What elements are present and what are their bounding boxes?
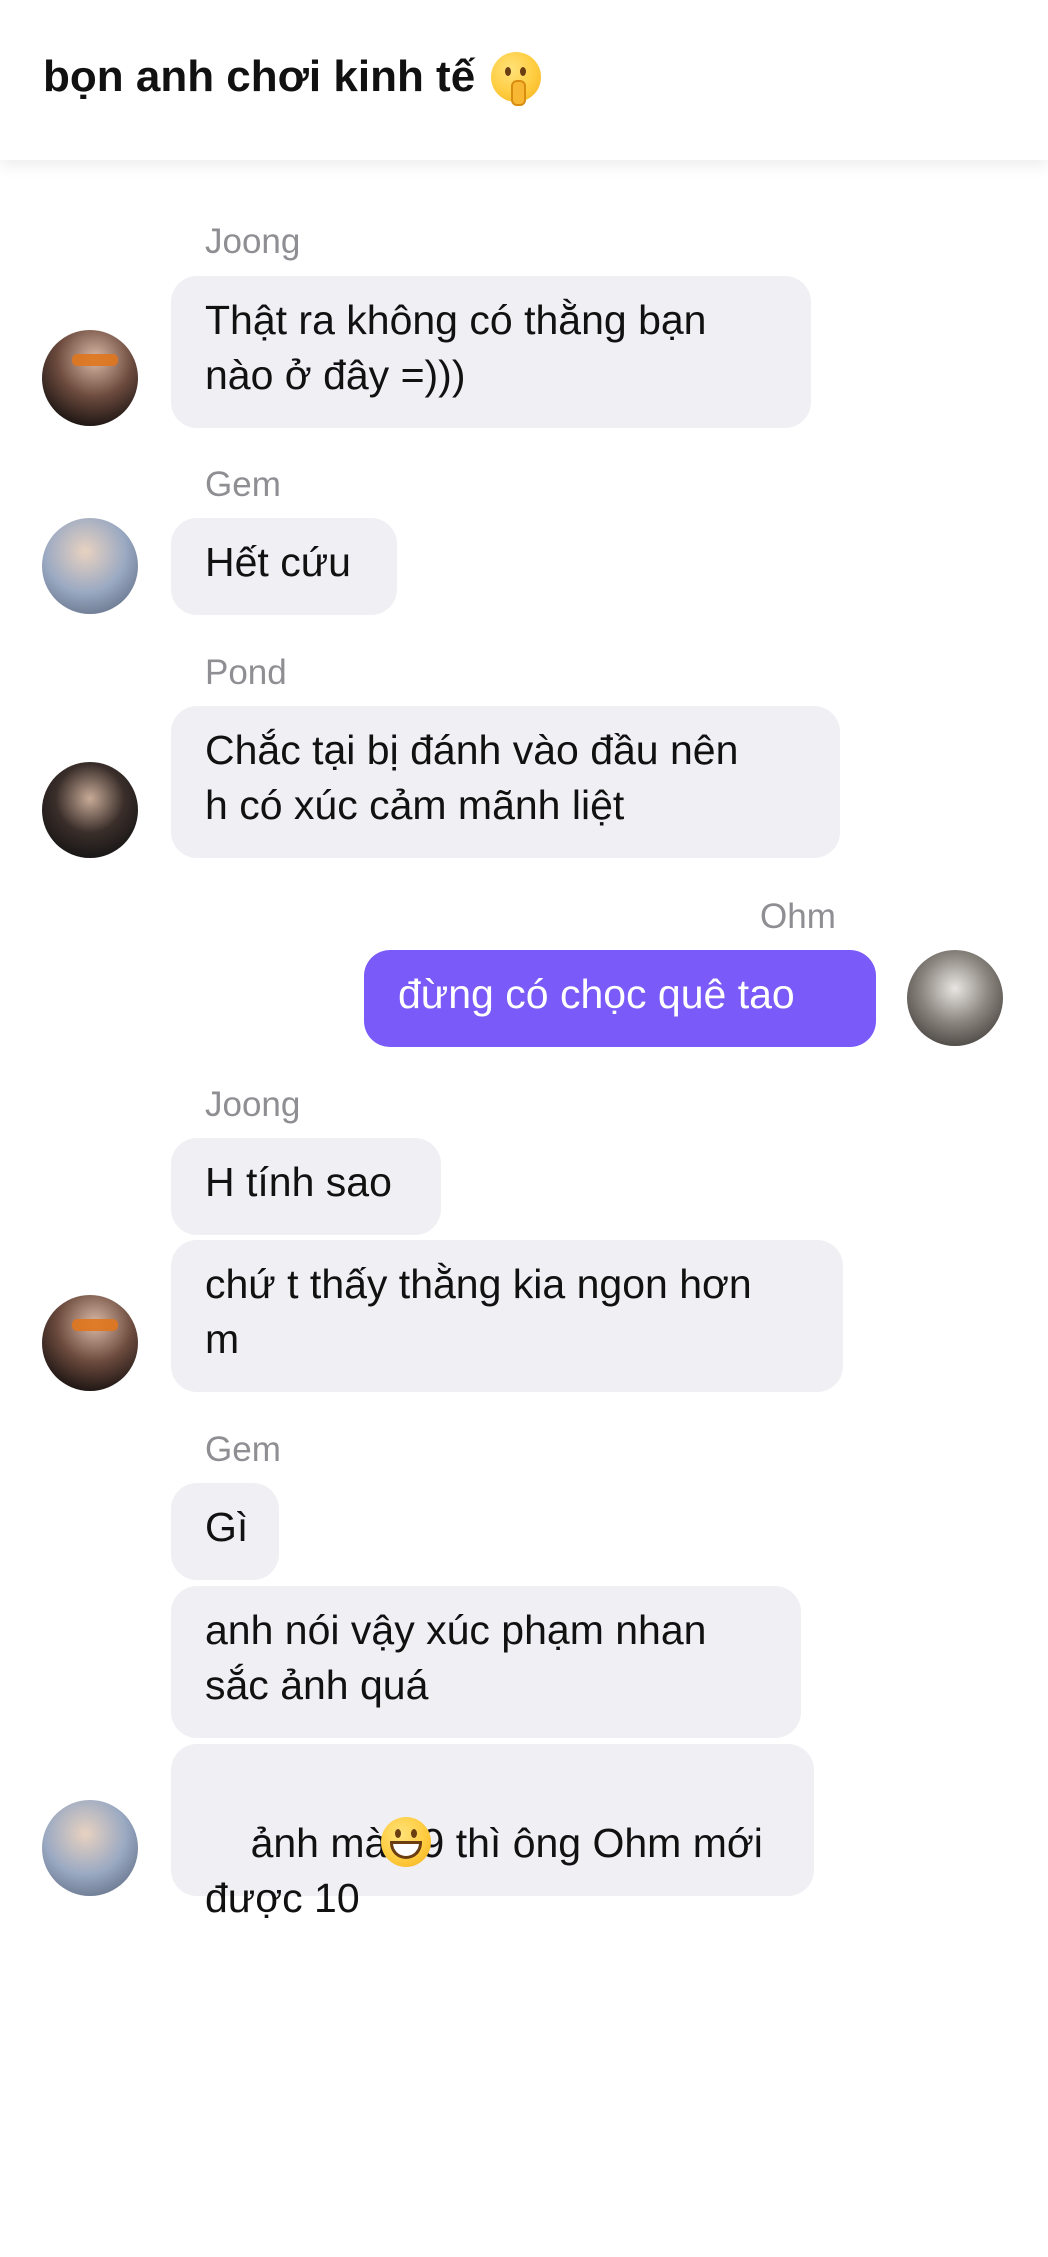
avatar-gem[interactable] bbox=[42, 518, 138, 614]
sender-name: Pond bbox=[205, 653, 287, 692]
shushing-face-icon bbox=[491, 52, 542, 106]
message-bubble[interactable]: Chắc tại bị đánh vào đầu nên h có xúc cả… bbox=[171, 706, 840, 858]
avatar-pond[interactable] bbox=[42, 762, 138, 858]
sender-name: Gem bbox=[205, 1430, 281, 1469]
chat-title[interactable]: bọn anh chơi kinh tế bbox=[43, 52, 542, 106]
message-list[interactable]: Joong Thật ra không có thằng bạn nào ở đ… bbox=[0, 160, 1048, 1921]
chat-title-text: bọn anh chơi kinh tế bbox=[43, 52, 476, 101]
sender-name: Ohm bbox=[760, 897, 836, 936]
message-bubble[interactable]: ảnh mà 49 thì ông Ohm mới được 10 bbox=[171, 1744, 814, 1921]
grinning-face-icon bbox=[381, 1817, 431, 1867]
message-text: ảnh mà 49 thì ông Ohm mới được 10 bbox=[205, 1820, 763, 1921]
message-bubble[interactable]: anh nói vậy xúc phạm nhan sắc ảnh quá bbox=[171, 1586, 801, 1738]
avatar-gem[interactable] bbox=[42, 1800, 138, 1896]
message-bubble[interactable]: Hết cứu bbox=[171, 518, 397, 615]
sender-name: Joong bbox=[205, 1085, 301, 1124]
message-bubble[interactable]: chứ t thấy thằng kia ngon hơn m bbox=[171, 1240, 843, 1392]
message-bubble[interactable]: H tính sao bbox=[171, 1138, 441, 1235]
avatar-joong[interactable] bbox=[42, 1295, 138, 1391]
message-bubble[interactable]: Thật ra không có thằng bạn nào ở đây =))… bbox=[171, 276, 811, 428]
avatar-joong[interactable] bbox=[42, 330, 138, 426]
outgoing-message-bubble[interactable]: đừng có chọc quê tao bbox=[364, 950, 876, 1047]
sender-name: Joong bbox=[205, 222, 301, 261]
chat-header: bọn anh chơi kinh tế bbox=[0, 0, 1048, 160]
message-bubble[interactable]: Gì bbox=[171, 1483, 279, 1580]
avatar-ohm[interactable] bbox=[907, 950, 1003, 1046]
sender-name: Gem bbox=[205, 465, 281, 504]
